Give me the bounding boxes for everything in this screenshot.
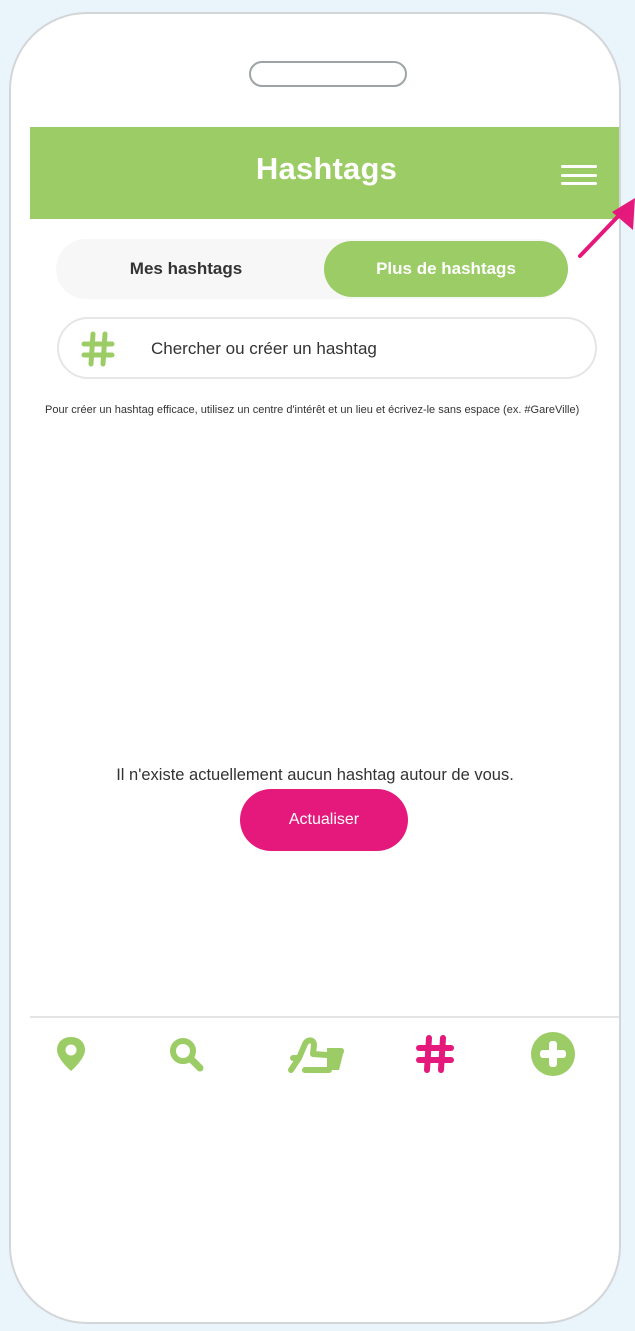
- nav-map-button[interactable]: [53, 1034, 89, 1079]
- pointer-arrow-icon: [572, 194, 635, 269]
- nav-add-button[interactable]: [529, 1030, 577, 1083]
- page-title: Hashtags: [255, 151, 398, 186]
- bottom-nav-divider: [30, 1016, 619, 1018]
- search-bar: [57, 317, 597, 379]
- hashtag-tabs: Mes hashtags Plus de hashtags: [56, 239, 568, 299]
- hint-text: Pour créer un hashtag efficace, utilisez…: [45, 404, 580, 416]
- empty-state-message: Il n'existe actuellement aucun hashtag a…: [116, 766, 514, 784]
- hashtag-icon: [81, 330, 115, 373]
- phone-frame: Hashtags Mes hashtags Plus de hashtags P…: [9, 12, 621, 1324]
- map-pin-icon: [57, 1037, 85, 1071]
- hamburger-menu-icon[interactable]: [561, 165, 597, 185]
- nav-search-button[interactable]: [166, 1034, 206, 1079]
- plus-circle-icon: [531, 1032, 575, 1076]
- nav-recommend-button[interactable]: [283, 1034, 347, 1081]
- nav-hashtags-button[interactable]: [416, 1034, 454, 1079]
- hashtag-icon: [416, 1035, 454, 1073]
- thumbs-up-icon: [288, 1037, 345, 1073]
- search-icon: [170, 1038, 204, 1072]
- search-input[interactable]: [149, 329, 573, 369]
- phone-speaker: [249, 61, 407, 87]
- app-header: Hashtags: [30, 127, 619, 219]
- tab-plus-de-hashtags[interactable]: Plus de hashtags: [324, 241, 568, 297]
- tab-mes-hashtags[interactable]: Mes hashtags: [56, 239, 316, 299]
- refresh-button[interactable]: Actualiser: [240, 789, 408, 851]
